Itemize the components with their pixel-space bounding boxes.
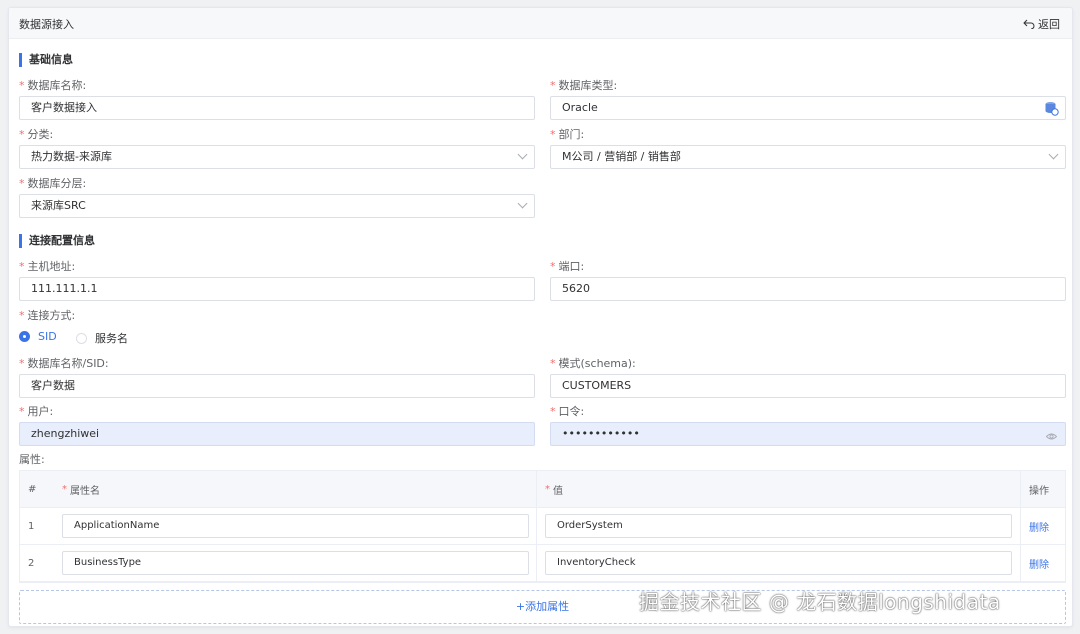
user-label: * 用户: — [19, 405, 54, 418]
db-name-input[interactable]: 客户数据接入 — [19, 96, 535, 120]
db-name-label: * 数据库名称: — [19, 79, 87, 92]
row-index: 1 — [28, 520, 35, 532]
sid-input[interactable]: 客户数据 — [19, 374, 535, 398]
port-input[interactable]: 5620 — [550, 277, 1066, 301]
radio-sid[interactable]: SID — [19, 330, 57, 343]
radio-service-label: 服务名 — [95, 332, 128, 345]
property-name-input[interactable]: BusinessType — [62, 551, 529, 575]
radio-dot-selected — [19, 331, 30, 342]
property-name-input[interactable]: ApplicationName — [62, 514, 529, 538]
user-input[interactable]: zhengzhiwei — [19, 422, 535, 446]
department-label: * 部门: — [550, 128, 585, 141]
card-header: 数据源接入 返回 — [9, 8, 1072, 39]
delete-button[interactable]: 删除 — [1029, 508, 1049, 544]
col-action: 操作 — [1029, 485, 1049, 497]
host-input[interactable]: 111.111.1.1 — [19, 277, 535, 301]
category-label: * 分类: — [19, 128, 54, 141]
col-name: * 属性名 — [62, 483, 100, 497]
radio-sid-label: SID — [38, 330, 57, 343]
row-index: 2 — [28, 557, 35, 569]
return-icon — [1023, 19, 1035, 29]
layer-label: * 数据库分层: — [19, 177, 87, 190]
category-select[interactable]: 热力数据-来源库 — [19, 145, 535, 169]
chevron-down-icon — [517, 198, 528, 209]
db-type-label: * 数据库类型: — [550, 79, 618, 92]
table-row: 1 ApplicationName OrderSystem 删除 — [20, 508, 1065, 545]
delete-button[interactable]: 删除 — [1029, 545, 1049, 581]
watermark: 掘金技术社区 @ 龙石数据longshidata — [639, 590, 1001, 614]
category-value: 热力数据-来源库 — [31, 150, 112, 163]
properties-table: # * 属性名 * 值 操作 1 ApplicationName OrderSyst… — [19, 470, 1066, 583]
chevron-down-icon — [1048, 149, 1059, 160]
col-index: # — [28, 483, 37, 495]
department-select[interactable]: M公司 / 营销部 / 销售部 — [550, 145, 1066, 169]
property-value-input[interactable]: InventoryCheck — [545, 551, 1012, 575]
back-button[interactable]: 返回 — [1023, 16, 1060, 32]
page-title: 数据源接入 — [19, 18, 74, 31]
layer-value: 来源库SRC — [31, 199, 86, 212]
eye-icon[interactable] — [1045, 428, 1058, 450]
mode-label: * 连接方式: — [19, 309, 76, 322]
department-value: M公司 / 营销部 / 销售部 — [562, 150, 681, 163]
divider — [1020, 508, 1021, 544]
divider — [536, 471, 537, 507]
password-value: •••••••••••• — [562, 427, 640, 440]
layer-select[interactable]: 来源库SRC — [19, 194, 535, 218]
password-label: * 口令: — [550, 405, 585, 418]
divider — [536, 545, 537, 581]
table-header: # * 属性名 * 值 操作 — [20, 471, 1065, 508]
radio-dot — [76, 332, 87, 344]
col-value: * 值 — [545, 483, 563, 497]
datasource-form-card: 数据源接入 返回 基础信息 * 数据库名称: 客户数据接入 * 数据库类型: Ora… — [8, 7, 1073, 627]
divider — [1020, 545, 1021, 581]
port-label: * 端口: — [550, 260, 585, 273]
db-type-input[interactable]: Oracle — [550, 96, 1066, 120]
properties-label: 属性: — [19, 453, 45, 466]
db-type-value: Oracle — [562, 101, 598, 114]
divider — [1020, 471, 1021, 507]
section-title-basic: 基础信息 — [19, 53, 73, 67]
schema-label: * 模式(schema): — [550, 357, 636, 370]
radio-service-name[interactable]: 服务名 — [76, 330, 128, 346]
divider — [536, 508, 537, 544]
section-title-connection: 连接配置信息 — [19, 234, 95, 248]
database-icon[interactable] — [1044, 101, 1059, 124]
property-value-input[interactable]: OrderSystem — [545, 514, 1012, 538]
password-input[interactable]: •••••••••••• — [550, 422, 1066, 446]
chevron-down-icon — [517, 149, 528, 160]
host-label: * 主机地址: — [19, 260, 76, 273]
back-label: 返回 — [1038, 18, 1060, 31]
sid-label: * 数据库名称/SID: — [19, 357, 109, 370]
schema-input[interactable]: CUSTOMERS — [550, 374, 1066, 398]
table-row: 2 BusinessType InventoryCheck 删除 — [20, 545, 1065, 582]
